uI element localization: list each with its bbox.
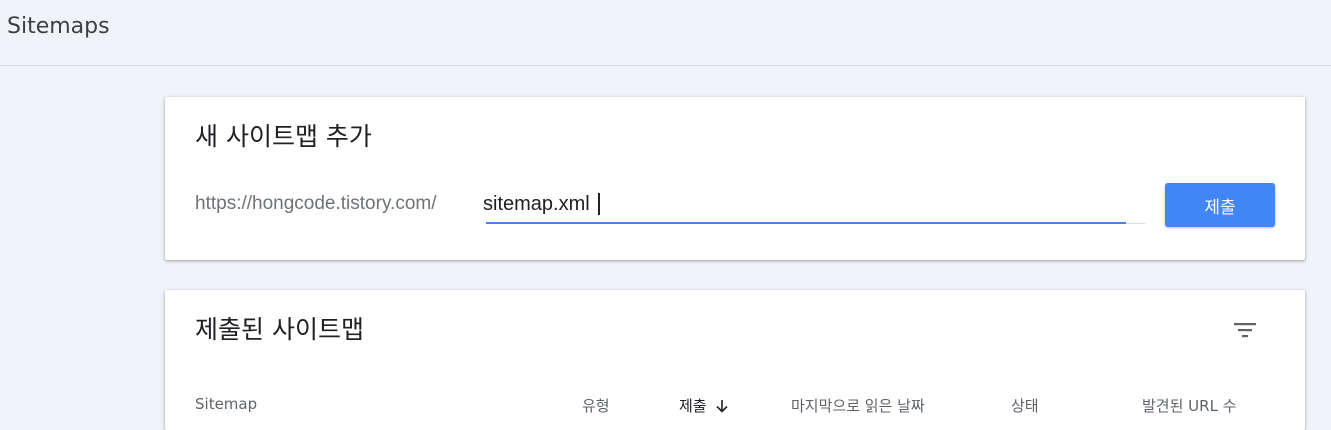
url-prefix: https://hongcode.tistory.com/ (195, 193, 437, 214)
column-header-sitemap[interactable]: Sitemap (195, 395, 257, 413)
column-header-status[interactable]: 상태 (1011, 395, 1039, 416)
input-focus-underline (486, 222, 1126, 224)
filter-icon (1234, 323, 1256, 338)
submitted-sitemaps-card: 제출된 사이트맵 Sitemap 유형 제출 마지막으로 읽은 날짜 상태 발견… (165, 290, 1305, 430)
sitemap-url-field[interactable] (483, 189, 1145, 225)
sitemap-url-input[interactable] (483, 189, 1123, 219)
text-caret (598, 193, 600, 215)
column-header-type[interactable]: 유형 (582, 395, 610, 416)
page-header: Sitemaps (0, 0, 1331, 66)
filter-button[interactable] (1227, 312, 1263, 348)
add-sitemap-card: 새 사이트맵 추가 https://hongcode.tistory.com/ … (165, 97, 1305, 260)
submit-button[interactable]: 제출 (1165, 183, 1275, 227)
add-sitemap-title: 새 사이트맵 추가 (195, 122, 372, 151)
submitted-sitemaps-title: 제출된 사이트맵 (195, 315, 364, 344)
column-header-last-read[interactable]: 마지막으로 읽은 날짜 (791, 395, 925, 416)
column-header-discovered-urls[interactable]: 발견된 URL 수 (1142, 395, 1237, 416)
arrow-down-icon (716, 399, 728, 413)
column-header-submitted[interactable]: 제출 (679, 395, 729, 416)
table-header: Sitemap 유형 제출 마지막으로 읽은 날짜 상태 발견된 URL 수 (165, 395, 1305, 425)
column-header-submitted-label: 제출 (679, 397, 707, 415)
page-title: Sitemaps (7, 14, 110, 39)
